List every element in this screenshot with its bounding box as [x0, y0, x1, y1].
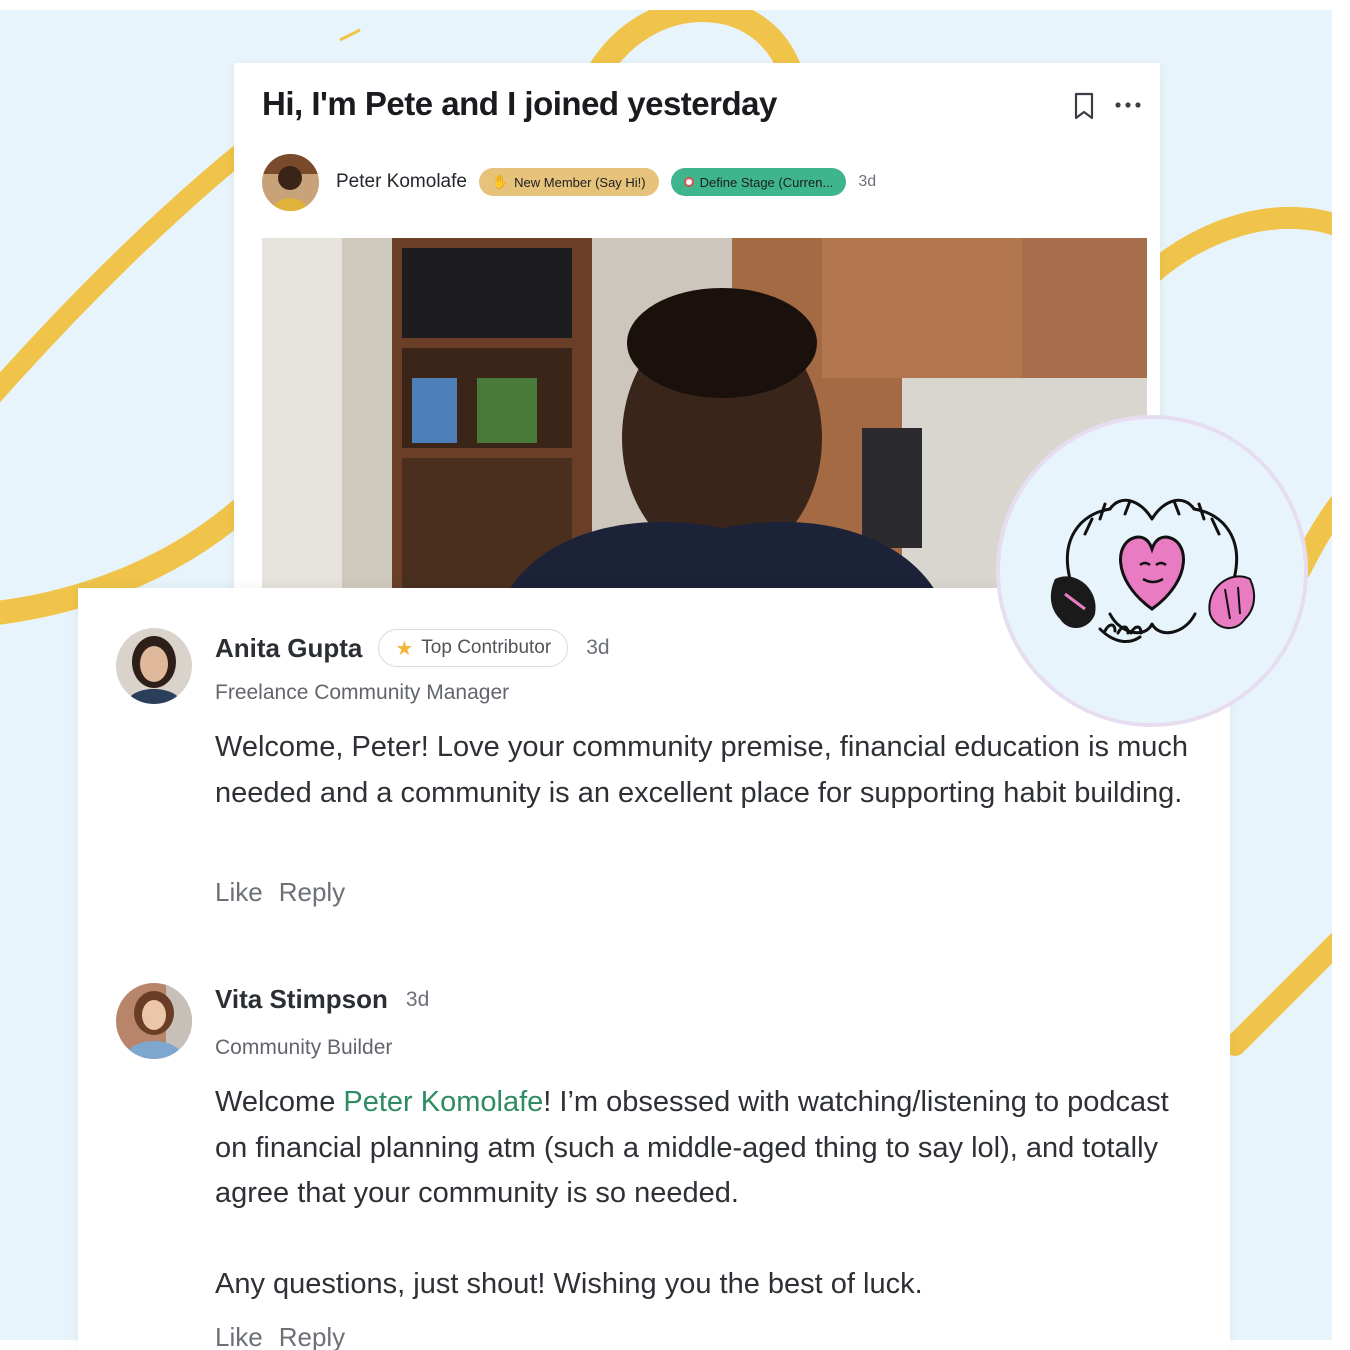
like-button[interactable]: Like [215, 877, 263, 908]
badge-label: New Member (Say Hi!) [514, 174, 646, 190]
top-contributor-badge[interactable]: ★ Top Contributor [378, 629, 569, 667]
heart-hands-icon [1050, 498, 1256, 643]
mention-link[interactable]: Peter Komolafe [343, 1086, 543, 1118]
define-stage-badge[interactable]: Define Stage (Curren... [670, 168, 847, 196]
comment-header: Anita Gupta ★ Top Contributor 3d [215, 629, 610, 667]
comment-body: Welcome Peter Komolafe! I’m obsessed wit… [215, 1080, 1195, 1217]
body-text: Welcome [215, 1086, 344, 1118]
reply-button[interactable]: Reply [279, 1322, 345, 1350]
like-button[interactable]: Like [215, 1322, 263, 1350]
reply-button[interactable]: Reply [279, 877, 345, 908]
heart-sticker [996, 415, 1308, 727]
avatar[interactable] [262, 153, 319, 211]
post-author-row: Peter Komolafe ✋ New Member (Say Hi!) De… [262, 153, 876, 211]
comment-actions: Like Reply [215, 1322, 345, 1350]
badge-label: Define Stage (Curren... [699, 174, 834, 190]
avatar[interactable] [116, 983, 192, 1059]
post-title: Hi, I'm Pete and I joined yesterday [262, 85, 777, 122]
comment-time: 3d [586, 636, 610, 659]
new-member-badge[interactable]: ✋ New Member (Say Hi!) [478, 168, 659, 196]
target-icon [683, 177, 694, 187]
more-icon[interactable] [1114, 101, 1142, 109]
star-icon: ★ [395, 637, 414, 660]
commenter-role: Community Builder [215, 1036, 393, 1059]
comment-body: Welcome, Peter! Love your community prem… [215, 731, 1189, 809]
avatar[interactable] [116, 628, 192, 704]
post-author-name[interactable]: Peter Komolafe [336, 171, 467, 193]
comment-body-second: Any questions, just shout! Wishing you t… [215, 1268, 923, 1300]
post-time: 3d [858, 173, 877, 190]
badge-label: Top Contributor [421, 637, 552, 658]
comment-header: Vita Stimpson 3d [215, 984, 429, 1015]
commenter-name[interactable]: Vita Stimpson [215, 984, 388, 1015]
comment-actions: Like Reply [215, 877, 345, 908]
wave-icon: ✋ [491, 174, 509, 189]
comment-time: 3d [405, 987, 430, 1011]
commenter-role: Freelance Community Manager [215, 681, 510, 704]
bookmark-icon[interactable] [1072, 91, 1096, 121]
commenter-name[interactable]: Anita Gupta [215, 633, 362, 664]
